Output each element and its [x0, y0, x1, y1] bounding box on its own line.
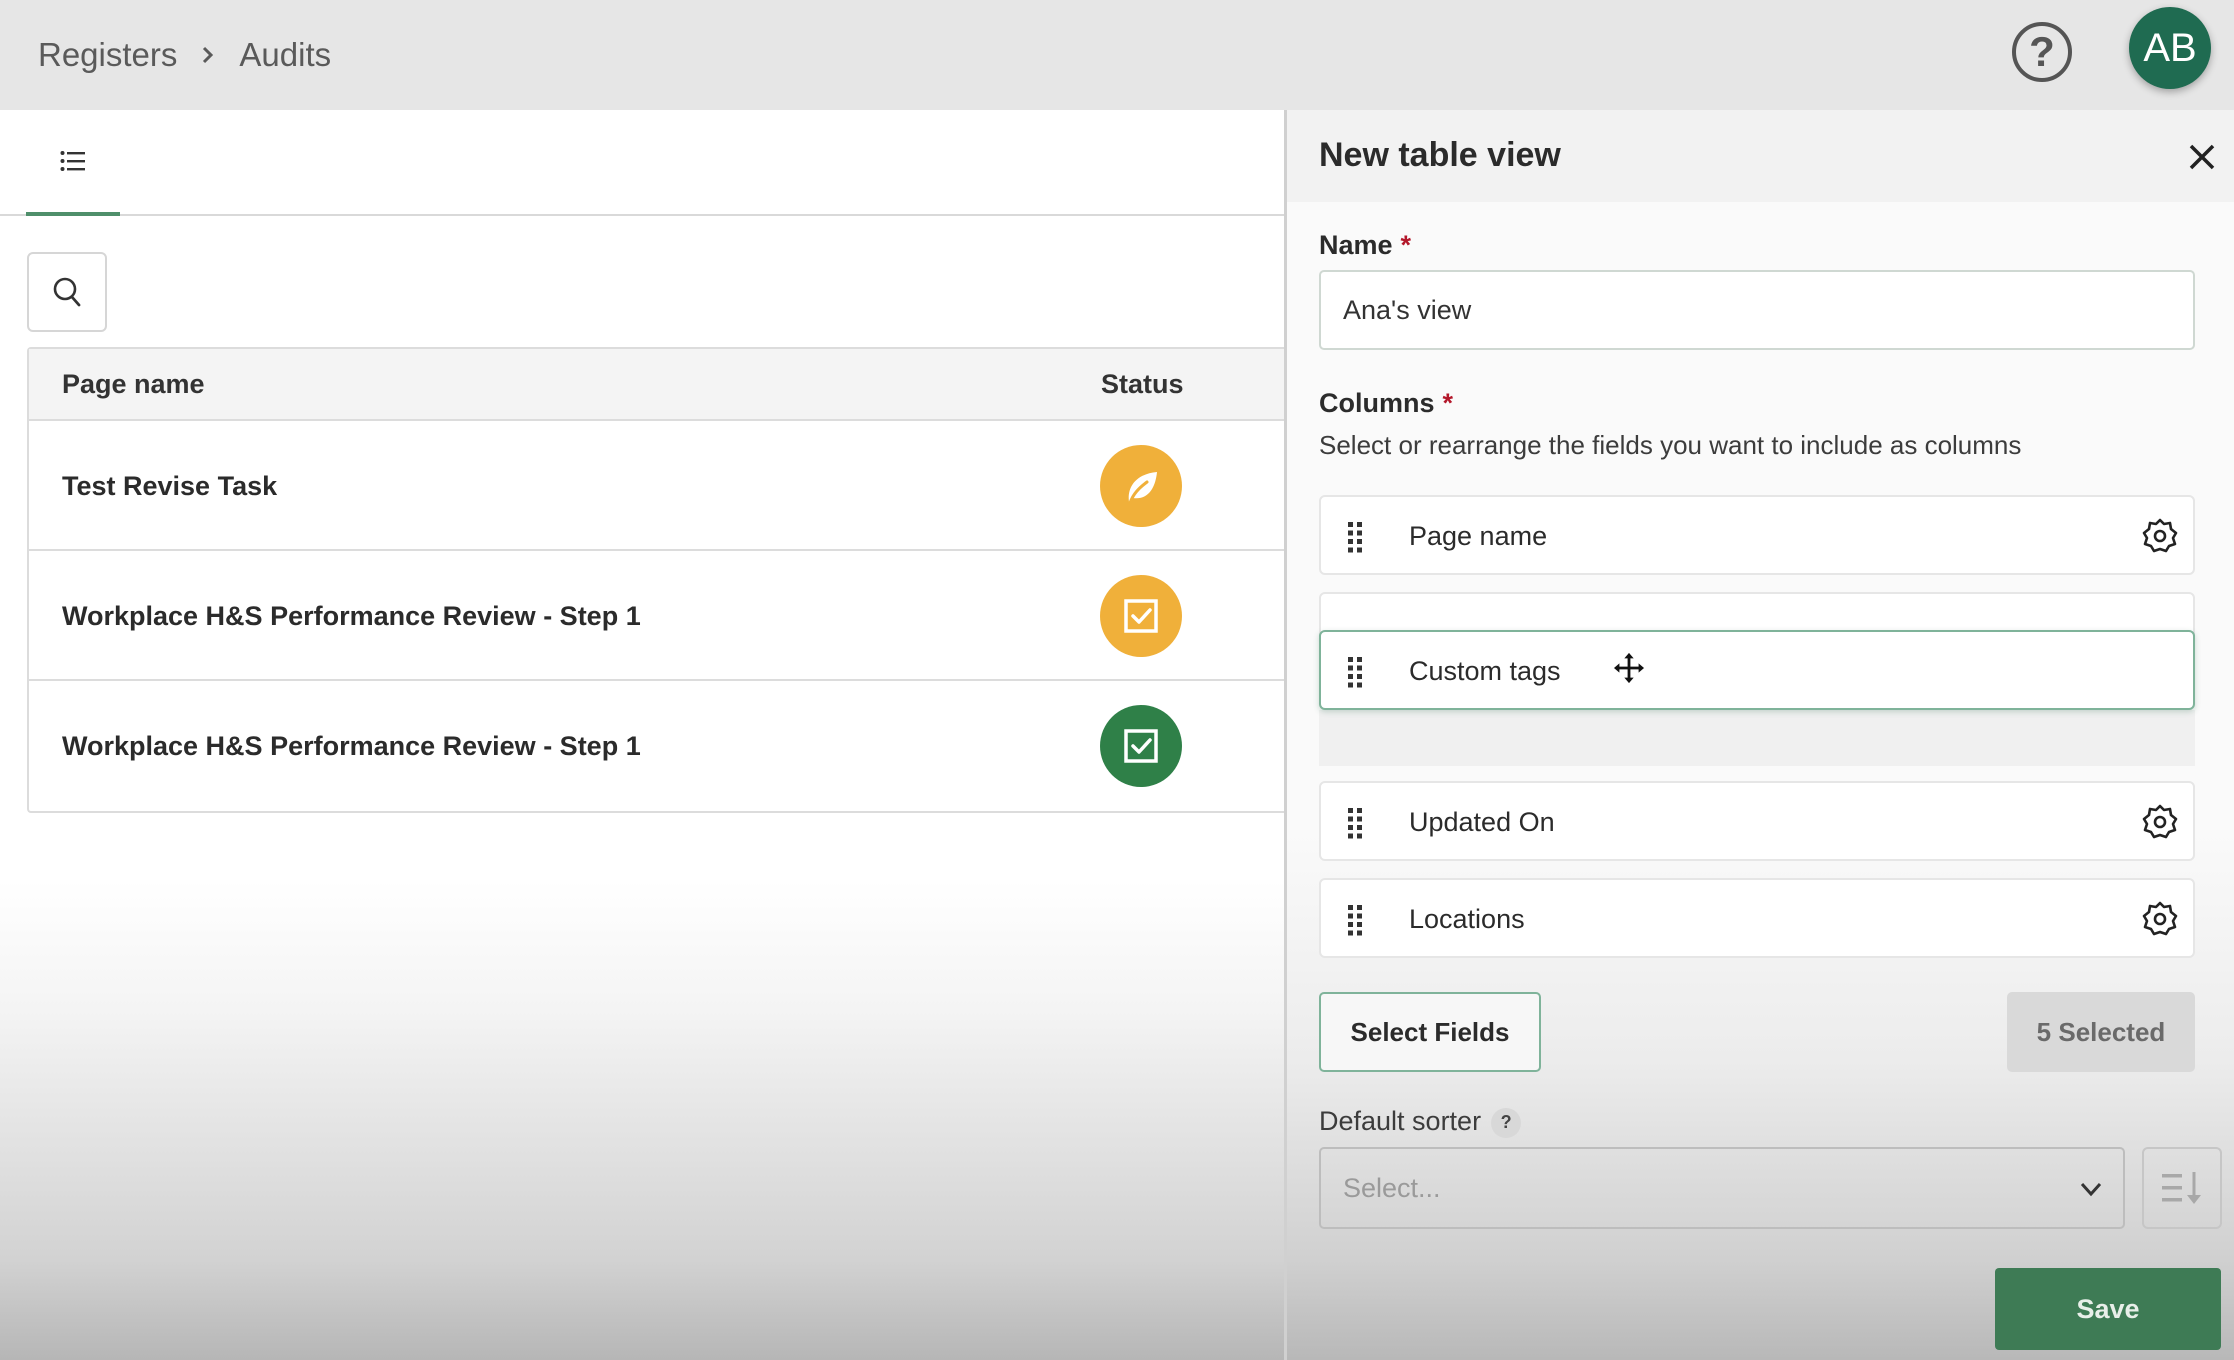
status-badge [1100, 445, 1182, 527]
app-root: Registers Audits ? AB Page name Status T… [0, 0, 2234, 1360]
main-content: Page name Status Test Revise Task Workpl… [0, 110, 1287, 1360]
default-sorter-label: Default sorter? [1319, 1106, 1522, 1138]
column-item-label: Custom tags [1409, 656, 1561, 686]
select-fields-button[interactable]: Select Fields [1319, 992, 1541, 1072]
name-label-text: Name [1319, 230, 1393, 260]
column-header-page-name[interactable]: Page name [62, 369, 205, 400]
required-mark: * [1400, 230, 1412, 260]
table-row[interactable]: Workplace H&S Performance Review - Step … [29, 681, 1287, 811]
help-button[interactable]: ? [2012, 22, 2072, 82]
default-sorter-label-text: Default sorter [1319, 1106, 1482, 1136]
checkbox-icon [1124, 599, 1158, 633]
gear-icon[interactable] [2141, 900, 2179, 938]
move-cursor-icon [1612, 651, 1646, 685]
leaf-icon [1128, 472, 1157, 505]
name-label: Name * [1319, 230, 1411, 261]
drag-handle-icon[interactable] [1347, 521, 1363, 553]
avatar-initials: AB [2143, 25, 2197, 70]
search-icon [53, 277, 81, 307]
table-header: Page name Status [29, 349, 1287, 421]
column-item-locations[interactable]: Locations [1319, 878, 2195, 958]
tab-list-view[interactable] [26, 110, 120, 216]
page-name-cell[interactable]: Workplace H&S Performance Review - Step … [62, 731, 641, 762]
chevron-right-icon [203, 46, 214, 64]
list-icon [60, 151, 85, 171]
status-badge [1100, 575, 1182, 657]
name-input[interactable] [1319, 270, 2195, 350]
help-icon: ? [2029, 28, 2055, 75]
status-badge [1100, 705, 1182, 787]
page-name-cell[interactable]: Workplace H&S Performance Review - Step … [62, 601, 641, 632]
breadcrumb: Registers Audits [38, 30, 331, 80]
save-button[interactable]: Save [1995, 1268, 2221, 1350]
drag-handle-icon[interactable] [1347, 807, 1363, 839]
column-item-label: Locations [1409, 904, 1525, 934]
drop-placeholder [1319, 710, 2195, 766]
column-item-custom-tags[interactable]: Custom tags [1319, 630, 2195, 710]
default-sorter-select[interactable]: Select... [1319, 1147, 2125, 1229]
sort-descending-icon [2162, 1172, 2201, 1204]
pages-table: Page name Status Test Revise Task Workpl… [27, 347, 1287, 813]
page-name-cell[interactable]: Test Revise Task [62, 471, 277, 502]
table-row[interactable]: Workplace H&S Performance Review - Step … [29, 551, 1287, 681]
gear-icon[interactable] [2141, 803, 2179, 841]
close-icon [2189, 144, 2215, 170]
column-item-label: Updated On [1409, 807, 1555, 837]
avatar[interactable]: AB [2129, 7, 2211, 89]
gear-icon[interactable] [2141, 517, 2179, 555]
breadcrumb-registers[interactable]: Registers [38, 36, 177, 74]
column-header-status[interactable]: Status [1101, 369, 1184, 400]
table-row[interactable]: Test Revise Task [29, 421, 1287, 551]
checkbox-icon [1124, 729, 1158, 763]
columns-label-text: Columns [1319, 388, 1435, 418]
column-item-label: Page name [1409, 521, 1548, 551]
panel-title: New table view [1319, 136, 1561, 174]
selected-count-badge: 5 Selected [2007, 992, 2195, 1072]
drag-handle-icon[interactable] [1347, 656, 1363, 688]
columns-label: Columns * [1319, 388, 1453, 419]
close-button[interactable] [2185, 140, 2219, 174]
chevron-down-icon [2080, 1182, 2102, 1197]
top-bar: Registers Audits ? AB [0, 0, 2234, 110]
column-item-updated-on[interactable]: Updated On [1319, 781, 2195, 861]
columns-help-text: Select or rearrange the fields you want … [1319, 430, 2022, 460]
breadcrumb-audits[interactable]: Audits [239, 36, 331, 74]
view-tabs [0, 110, 1284, 216]
drag-handle-icon[interactable] [1347, 904, 1363, 936]
default-sorter-placeholder: Select... [1343, 1173, 1441, 1203]
panel-header: New table view [1287, 110, 2234, 202]
sort-direction-button[interactable] [2142, 1147, 2222, 1229]
help-icon[interactable]: ? [1491, 1107, 1522, 1138]
required-mark: * [1442, 388, 1454, 418]
search-button[interactable] [27, 252, 107, 332]
new-table-view-panel: New table view Name* Columns* Select or … [1284, 110, 2234, 1360]
column-item-page-name[interactable]: Page name [1319, 495, 2195, 575]
